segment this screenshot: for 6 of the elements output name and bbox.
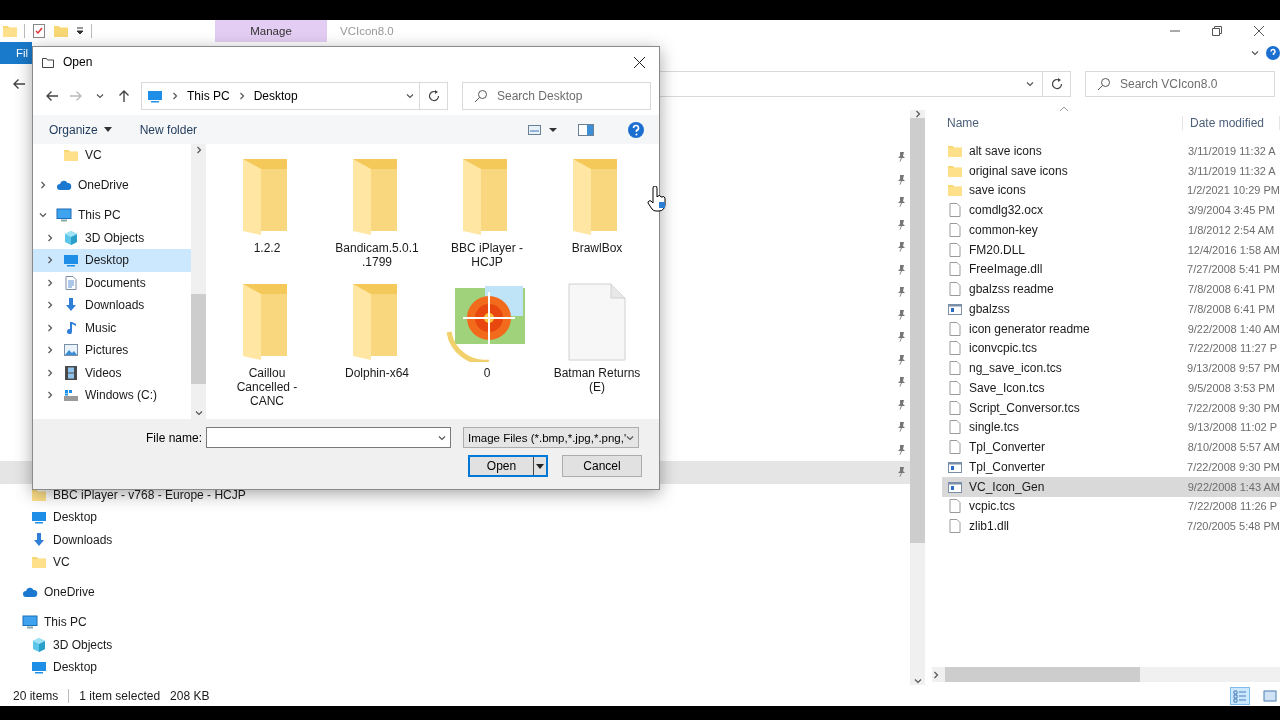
selection-info: 1 item selected — [79, 688, 161, 703]
item-count: 20 items — [13, 688, 59, 703]
dialog-title: Open — [63, 55, 93, 69]
selection-size: 208 KB — [170, 688, 210, 703]
window-title: VCIcon8.0 — [340, 25, 394, 37]
file-name-label: File name: — [144, 430, 203, 445]
